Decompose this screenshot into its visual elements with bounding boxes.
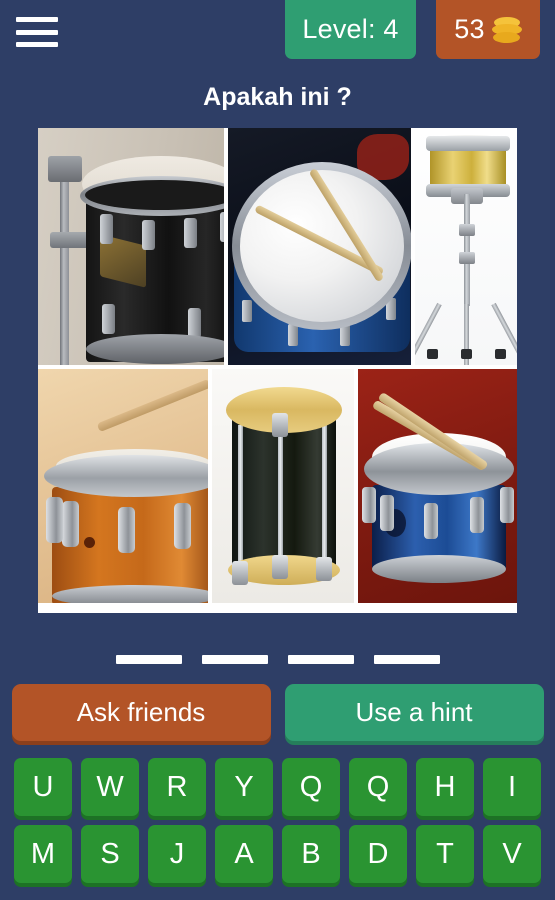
answer-blanks[interactable] <box>0 655 555 664</box>
letter-key[interactable]: V <box>483 825 541 883</box>
ask-friends-button[interactable]: Ask friends <box>11 684 271 741</box>
letter-key[interactable]: Q <box>282 758 340 816</box>
keyboard-row-2: M S J A B D T V <box>14 825 541 883</box>
collage-tile-blue-snare-drum-with-drumsticks <box>358 369 517 603</box>
game-screen: Level: 4 53 Apakah ini ? Ask friends Use… <box>0 0 555 900</box>
collage-tile-brass-snare-drum-on-tripod-stand <box>415 128 517 365</box>
coins-count: 53 <box>454 14 485 44</box>
letter-key[interactable]: A <box>215 825 273 883</box>
level-badge: Level: 4 <box>285 0 416 59</box>
letter-key[interactable]: Q <box>349 758 407 816</box>
keyboard-row-1: U W R Y Q Q H I <box>14 758 541 816</box>
collage-row-bottom <box>38 369 517 603</box>
collage-tile-black-tom-drum-on-stand <box>38 128 224 365</box>
answer-blank[interactable] <box>115 655 182 664</box>
use-hint-button[interactable]: Use a hint <box>284 684 544 741</box>
letter-key[interactable]: W <box>81 758 139 816</box>
puzzle-image-collage <box>38 128 517 613</box>
letter-key[interactable]: R <box>148 758 206 816</box>
collage-tile-blue-drum-top-view-with-drumsticks <box>228 128 411 365</box>
letter-key[interactable]: M <box>14 825 72 883</box>
letter-key[interactable]: D <box>349 825 407 883</box>
header-bar: Level: 4 53 <box>0 0 555 62</box>
letter-key[interactable]: Y <box>215 758 273 816</box>
coins-badge[interactable]: 53 <box>436 0 540 59</box>
coin-stack-icon <box>491 16 522 44</box>
action-buttons: Ask friends Use a hint <box>0 684 555 741</box>
collage-tile-black-field-drum-with-wooden-hoops <box>212 369 354 603</box>
question-title: Apakah ini ? <box>203 83 352 111</box>
menu-bar-1 <box>16 17 58 22</box>
menu-bar-3 <box>16 42 58 47</box>
answer-blank[interactable] <box>201 655 268 664</box>
letter-key[interactable]: U <box>14 758 72 816</box>
answer-blank[interactable] <box>287 655 354 664</box>
collage-tile-orange-wood-snare-drum <box>38 369 208 603</box>
letter-keyboard: U W R Y Q Q H I M S J A B D T V <box>0 758 555 883</box>
menu-bar-2 <box>16 29 58 35</box>
letter-key[interactable]: I <box>483 758 541 816</box>
letter-key[interactable]: J <box>148 825 206 883</box>
hamburger-menu-icon[interactable] <box>16 14 58 50</box>
letter-key[interactable]: S <box>81 825 139 883</box>
level-label: Level: 4 <box>302 14 399 44</box>
answer-blank[interactable] <box>373 655 440 664</box>
letter-key[interactable]: T <box>416 825 474 883</box>
letter-key[interactable]: B <box>282 825 340 883</box>
collage-row-top <box>38 128 517 365</box>
letter-key[interactable]: H <box>416 758 474 816</box>
